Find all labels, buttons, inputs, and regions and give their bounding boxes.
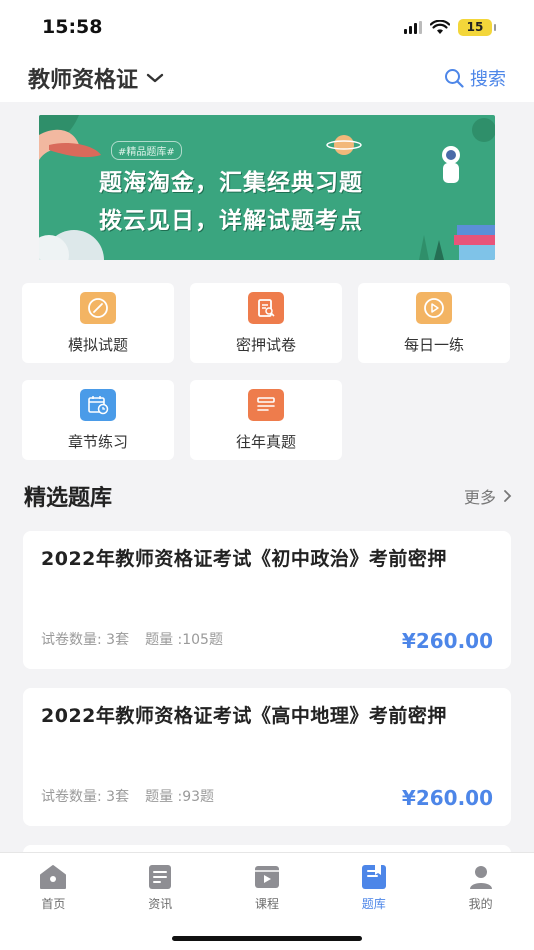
home-indicator[interactable] xyxy=(172,936,362,941)
exam-title: 教师资格证 xyxy=(28,68,139,93)
tab-home[interactable]: 首页 xyxy=(0,863,107,912)
card-paper-count: 试卷数量: 3套 xyxy=(41,632,130,648)
top-nav: 教师资格证 搜索 xyxy=(0,54,534,102)
feature-chapter-practice[interactable]: 章节练习 xyxy=(22,380,174,460)
chevron-down-icon xyxy=(146,73,164,83)
banner-headline: 题海淘金，汇集经典习题 xyxy=(99,170,363,196)
question-bank-icon xyxy=(361,865,386,889)
more-link[interactable]: 更多 xyxy=(464,484,512,508)
card-price: ¥260.00 xyxy=(401,786,493,810)
feature-label: 章节练习 xyxy=(67,432,128,451)
status-icons: 15 xyxy=(404,18,496,36)
card-meta: 试卷数量: 3套 题量 :105题 xyxy=(41,629,223,649)
question-bank-card[interactable]: 2022年教师资格证考试《初中政治》考前密押 试卷数量: 3套 题量 :105题… xyxy=(23,531,511,669)
section-title: 精选题库 xyxy=(24,486,113,511)
card-title: 2022年教师资格证考试《初中政治》考前密押 xyxy=(41,548,447,570)
feature-daily-practice[interactable]: 每日一练 xyxy=(358,283,510,363)
banner-tag: #精品题库# xyxy=(111,141,182,160)
tab-label: 资讯 xyxy=(148,897,173,911)
news-icon xyxy=(149,865,172,889)
card-question-count: 题量 :105题 xyxy=(145,632,223,648)
promo-banner[interactable]: #精品题库# 题海淘金，汇集经典习题 拨云见日，详解试题考点 xyxy=(39,115,495,260)
status-bar: 15:58 15 xyxy=(0,0,534,54)
card-price: ¥260.00 xyxy=(401,629,493,653)
search-button[interactable]: 搜索 xyxy=(444,65,506,91)
wifi-icon xyxy=(430,19,450,34)
tab-label: 课程 xyxy=(254,897,279,911)
play-icon xyxy=(416,291,452,324)
featured-section-header: 精选题库 更多 xyxy=(24,480,512,512)
feature-label: 模拟试题 xyxy=(67,335,128,354)
more-label: 更多 xyxy=(463,488,496,507)
list-icon xyxy=(248,388,284,421)
user-icon xyxy=(469,866,492,889)
tab-label: 首页 xyxy=(41,897,66,911)
feature-mock-exam[interactable]: 模拟试题 xyxy=(22,283,174,363)
banner-subheadline: 拨云见日，详解试题考点 xyxy=(99,208,363,234)
chevron-right-icon xyxy=(504,490,512,502)
tab-news[interactable]: 资讯 xyxy=(107,863,214,912)
feature-past-exams[interactable]: 往年真题 xyxy=(190,380,342,460)
exam-selector[interactable]: 教师资格证 xyxy=(28,62,164,94)
calendar-clock-icon xyxy=(80,388,116,421)
search-label: 搜索 xyxy=(470,69,506,90)
feature-label: 每日一练 xyxy=(403,335,464,354)
card-title: 2022年教师资格证考试《高中地理》考前密押 xyxy=(41,705,447,727)
document-search-icon xyxy=(248,291,284,324)
card-question-count: 题量 :93题 xyxy=(145,789,215,805)
tab-label: 我的 xyxy=(468,897,493,911)
tab-question-bank[interactable]: 题库 xyxy=(320,863,427,912)
question-bank-card[interactable]: 2022年教师资格证考试《高中地理》考前密押 试卷数量: 3套 题量 :93题 … xyxy=(23,688,511,826)
battery-level: 15 xyxy=(466,20,484,34)
feature-secret-paper[interactable]: 密押试卷 xyxy=(190,283,342,363)
feature-grid: 模拟试题 密押试卷 每日一练 章节练习 往年真题 xyxy=(22,283,512,460)
tab-courses[interactable]: 课程 xyxy=(214,863,321,912)
cellular-signal-icon xyxy=(404,20,422,34)
feature-label: 密押试卷 xyxy=(235,335,296,354)
video-icon xyxy=(254,866,279,888)
tab-profile[interactable]: 我的 xyxy=(427,863,534,912)
card-paper-count: 试卷数量: 3套 xyxy=(41,789,130,805)
feature-label: 往年真题 xyxy=(235,432,296,451)
tab-label: 题库 xyxy=(361,897,386,911)
search-icon xyxy=(445,69,464,88)
pen-icon xyxy=(80,291,116,324)
home-icon xyxy=(40,865,67,889)
status-time: 15:58 xyxy=(42,16,103,38)
battery-indicator: 15 xyxy=(458,18,496,36)
card-meta: 试卷数量: 3套 题量 :93题 xyxy=(41,786,214,806)
